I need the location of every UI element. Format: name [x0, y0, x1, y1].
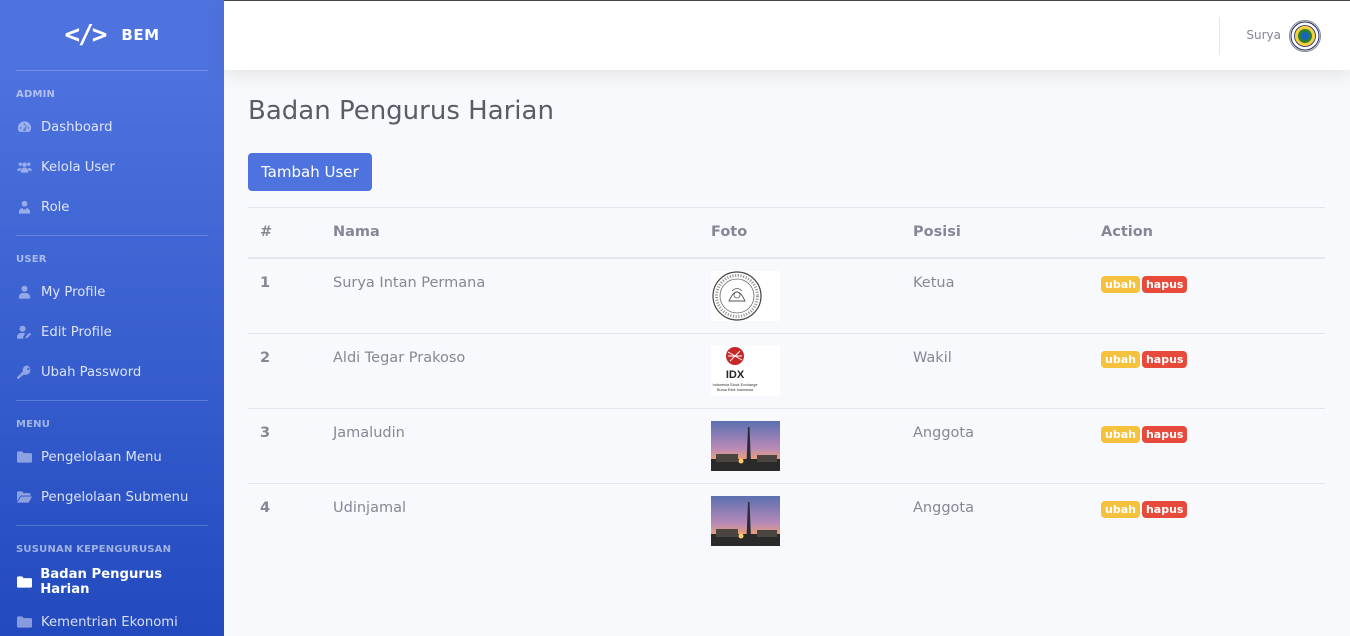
sidebar-item-badan-pengurus-harian[interactable]: Badan Pengurus Harian — [0, 562, 224, 602]
row-foto — [699, 407, 901, 483]
row-posisi: Anggota — [901, 407, 1089, 483]
delete-button[interactable]: hapus — [1141, 500, 1188, 518]
row-nama: Jamaludin — [321, 407, 699, 483]
sidebar-item-ubah-password[interactable]: Ubah Password — [0, 352, 224, 392]
row-actions: ubah hapus — [1089, 482, 1325, 558]
idx-logo-subtitle: Indonesia Stock Exchange — [713, 383, 758, 387]
user-icon — [16, 285, 33, 299]
idx-logo-text: IDX — [726, 369, 745, 381]
university-logo-icon — [1290, 21, 1320, 51]
row-actions: ubah hapus — [1089, 257, 1325, 333]
row-number: 2 — [248, 332, 321, 408]
row-nama: Aldi Tegar Prakoso — [321, 332, 699, 408]
delete-button[interactable]: hapus — [1141, 275, 1188, 293]
edit-button[interactable]: ubah — [1101, 500, 1140, 518]
column-header-foto: Foto — [699, 207, 901, 259]
delete-button[interactable]: hapus — [1141, 350, 1188, 368]
sidebar-item-label: Ubah Password — [41, 364, 142, 380]
users-icon — [16, 160, 33, 174]
university-seal-image — [711, 270, 780, 321]
sidebar-item-label: Badan Pengurus Harian — [40, 567, 163, 597]
edit-button[interactable]: ubah — [1101, 350, 1140, 368]
key-icon — [16, 365, 33, 379]
sidebar-item-kelola-user[interactable]: Kelola User — [0, 147, 224, 187]
tower-photo-image — [711, 420, 780, 471]
row-posisi: Ketua — [901, 257, 1089, 333]
sidebar-item-label: Role — [41, 199, 70, 215]
idx-logo-subtitle-2: Bursa Efek Indonesia — [717, 388, 754, 392]
user-edit-icon — [16, 325, 33, 339]
sidebar-item-label: Dashboard — [41, 119, 113, 135]
sidebar-item-pengelolaan-submenu[interactable]: Pengelolaan Submenu — [0, 477, 224, 517]
code-icon: </> — [64, 20, 107, 50]
edit-button[interactable]: ubah — [1101, 275, 1140, 293]
sidebar-item-label: Kementrian Ekonomi — [41, 614, 178, 630]
folder-icon — [16, 615, 33, 629]
topbar-divider — [1219, 17, 1220, 55]
members-table: # Nama Foto Posisi Action 1 Surya Intan … — [248, 207, 1325, 558]
edit-button[interactable]: ubah — [1101, 425, 1140, 443]
row-nama: Surya Intan Permana — [321, 257, 699, 333]
folder-icon — [16, 450, 33, 464]
row-posisi: Wakil — [901, 332, 1089, 408]
row-foto: IDX Indonesia Stock Exchange Bursa Efek … — [699, 332, 901, 408]
row-posisi: Anggota — [901, 482, 1089, 558]
sidebar-item-dashboard[interactable]: Dashboard — [0, 107, 224, 147]
sidebar-item-label: Kelola User — [41, 159, 115, 175]
user-tie-icon — [16, 200, 33, 214]
sidebar-heading-user: USER — [16, 254, 47, 265]
row-number: 4 — [248, 482, 321, 558]
sidebar-heading-susunan-kepengurusan: SUSUNAN KEPENGURUSAN — [16, 544, 172, 555]
sidebar-heading-admin: ADMIN — [16, 89, 56, 100]
row-actions: ubah hapus — [1089, 332, 1325, 408]
sidebar: </> BEM ADMIN Dashboard Kelola User Role… — [0, 0, 224, 636]
tower-photo-image — [711, 495, 780, 546]
sidebar-item-label: My Profile — [41, 284, 106, 300]
sidebar-item-kementrian-ekonomi[interactable]: Kementrian Ekonomi — [0, 602, 224, 636]
sidebar-item-role[interactable]: Role — [0, 187, 224, 227]
sidebar-divider — [16, 70, 208, 71]
column-header-action: Action — [1089, 207, 1325, 259]
row-number: 1 — [248, 257, 321, 333]
sidebar-item-label: Pengelolaan Menu — [41, 449, 162, 465]
column-header-number: # — [248, 207, 321, 259]
delete-button[interactable]: hapus — [1141, 425, 1188, 443]
table-row: 2 Aldi Tegar Prakoso IDX Indonesia Stock… — [248, 332, 1325, 408]
sidebar-item-edit-profile[interactable]: Edit Profile — [0, 312, 224, 352]
topbar-user-name[interactable]: Surya — [1246, 28, 1281, 42]
main-content: Badan Pengurus Harian Tambah User # Nama… — [248, 70, 1326, 558]
row-number: 3 — [248, 407, 321, 483]
sidebar-heading-menu: MENU — [16, 419, 51, 430]
table-row: 1 Surya Intan Permana Ketua ubah hapus — [248, 257, 1325, 333]
folder-open-icon — [16, 490, 33, 504]
column-header-nama: Nama — [321, 207, 699, 259]
sidebar-brand[interactable]: </> BEM — [0, 0, 224, 70]
avatar[interactable] — [1289, 20, 1321, 52]
sidebar-divider — [16, 235, 208, 236]
brand-name: BEM — [121, 26, 160, 44]
row-foto — [699, 482, 901, 558]
row-foto — [699, 257, 901, 333]
idx-logo-image: IDX Indonesia Stock Exchange Bursa Efek … — [711, 345, 780, 396]
table-row: 4 Udinjamal Anggota ubah hapus — [248, 482, 1325, 558]
row-actions: ubah hapus — [1089, 407, 1325, 483]
row-nama: Udinjamal — [321, 482, 699, 558]
table-row: 3 Jamaludin Anggota ubah hapus — [248, 407, 1325, 483]
table-header-row: # Nama Foto Posisi Action — [248, 207, 1325, 259]
sidebar-item-label: Edit Profile — [41, 324, 112, 340]
folder-icon — [16, 575, 32, 589]
sidebar-item-my-profile[interactable]: My Profile — [0, 272, 224, 312]
sidebar-item-pengelolaan-menu[interactable]: Pengelolaan Menu — [0, 437, 224, 477]
sidebar-item-label: Pengelolaan Submenu — [41, 489, 189, 505]
tachometer-icon — [16, 120, 33, 134]
topbar: Surya — [224, 0, 1350, 70]
sidebar-divider — [16, 525, 208, 526]
add-user-button[interactable]: Tambah User — [248, 153, 372, 191]
sidebar-divider — [16, 400, 208, 401]
page-title: Badan Pengurus Harian — [248, 96, 554, 126]
column-header-posisi: Posisi — [901, 207, 1089, 259]
